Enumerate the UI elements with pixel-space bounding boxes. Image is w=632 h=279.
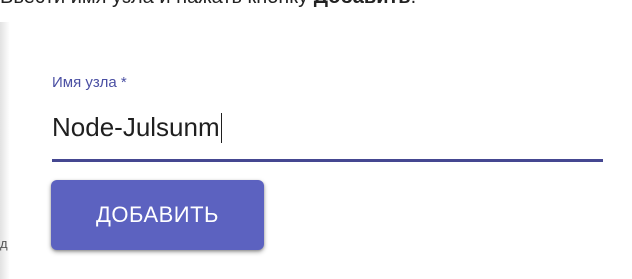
instruction-prefix: Ввести имя узла и нажать кнопку [0, 0, 314, 8]
page: Ввести имя узла и нажать кнопку Добавить… [0, 0, 632, 279]
side-text: д [0, 236, 8, 251]
instruction-text: Ввести имя узла и нажать кнопку Добавить… [0, 0, 416, 9]
input-underline [52, 159, 603, 162]
node-name-label: Имя узла * [52, 74, 127, 91]
instruction-bold: Добавить [314, 0, 411, 8]
node-name-field[interactable]: Имя узла * Node-Julsunm [52, 74, 603, 162]
node-name-value: Node-Julsunm [52, 112, 220, 142]
add-button[interactable]: ДОБАВИТЬ [51, 180, 264, 250]
instruction-suffix: . [411, 0, 417, 8]
node-name-input[interactable]: Node-Julsunm [52, 112, 222, 143]
text-caret [220, 112, 222, 143]
